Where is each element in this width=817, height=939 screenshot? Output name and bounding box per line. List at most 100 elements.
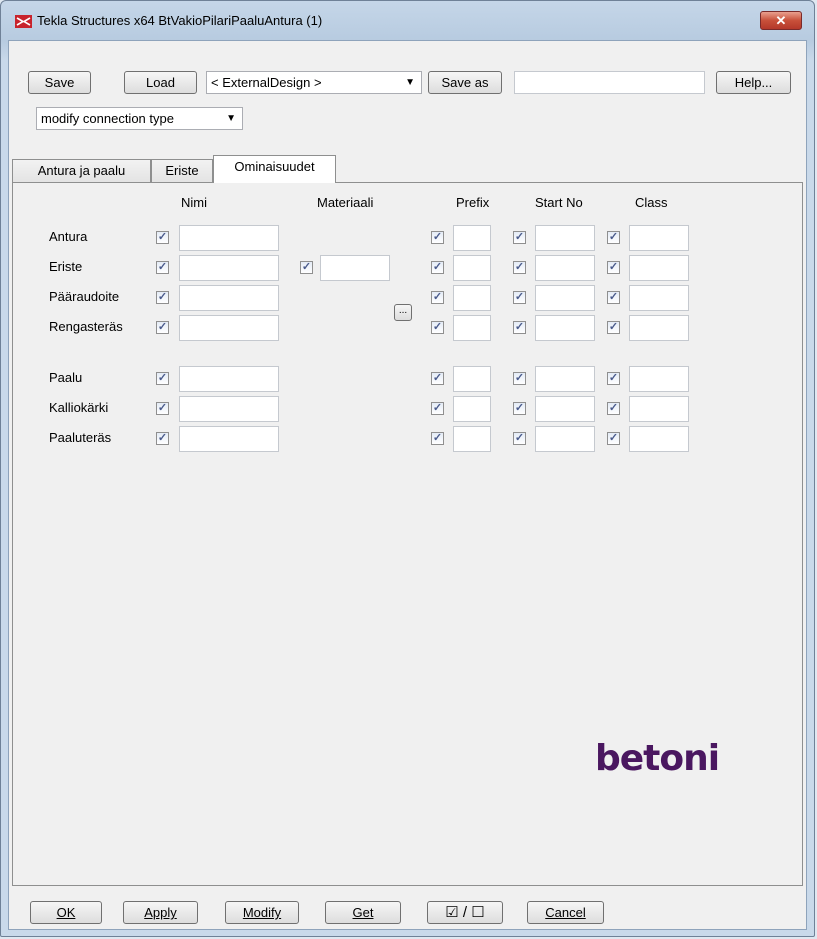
ok-button[interactable]: OK xyxy=(30,901,102,924)
prefix-input[interactable] xyxy=(453,396,491,422)
nimi-input[interactable] xyxy=(179,396,279,422)
prefix-checkbox[interactable]: ✓ xyxy=(431,231,444,244)
start-no-checkbox[interactable]: ✓ xyxy=(513,432,526,445)
nimi-input[interactable] xyxy=(179,426,279,452)
materiaali-browse-button[interactable]: ... xyxy=(394,304,412,321)
close-button[interactable]: ✕ xyxy=(760,11,802,30)
preset-select[interactable]: < ExternalDesign > ▼ xyxy=(206,71,422,94)
prefix-input[interactable] xyxy=(453,225,491,251)
start-no-checkbox[interactable]: ✓ xyxy=(513,231,526,244)
class-input[interactable] xyxy=(629,396,689,422)
modify-button-label: Modify xyxy=(242,905,282,920)
nimi-input[interactable] xyxy=(179,366,279,392)
row-label: Kalliokärki xyxy=(49,400,109,415)
row-label: Paaluteräs xyxy=(49,430,112,445)
materiaali-checkbox[interactable]: ✓ xyxy=(300,261,313,274)
connection-mode-value: modify connection type xyxy=(41,111,174,126)
betoni-logo: betoni xyxy=(595,738,720,779)
nimi-input[interactable] xyxy=(179,315,279,341)
row-label: Antura xyxy=(49,229,88,244)
class-checkbox[interactable]: ✓ xyxy=(607,231,620,244)
start-no-checkbox[interactable]: ✓ xyxy=(513,291,526,304)
class-input[interactable] xyxy=(629,225,689,251)
column-header-materiaali: Materiaali xyxy=(317,195,374,210)
save-button[interactable]: Save xyxy=(28,71,91,94)
nimi-checkbox[interactable]: ✓ xyxy=(156,291,169,304)
get-button[interactable]: Get xyxy=(325,901,401,924)
nimi-checkbox[interactable]: ✓ xyxy=(156,372,169,385)
title-bar[interactable]: Tekla Structures x64 BtVakioPilariPaaluA… xyxy=(1,1,814,41)
cancel-button[interactable]: Cancel xyxy=(527,901,604,924)
prefix-input[interactable] xyxy=(453,255,491,281)
prefix-input[interactable] xyxy=(453,366,491,392)
materiaali-input[interactable] xyxy=(320,255,390,281)
nimi-checkbox[interactable]: ✓ xyxy=(156,402,169,415)
column-header-prefix: Prefix xyxy=(456,195,490,210)
tab-antura-ja-paalu[interactable]: Antura ja paalu xyxy=(12,159,151,183)
ok-button-label: OK xyxy=(56,905,76,920)
start-no-input[interactable] xyxy=(535,285,595,311)
nimi-checkbox[interactable]: ✓ xyxy=(156,261,169,274)
load-button[interactable]: Load xyxy=(124,71,197,94)
class-checkbox[interactable]: ✓ xyxy=(607,291,620,304)
nimi-input[interactable] xyxy=(179,255,279,281)
start-no-checkbox[interactable]: ✓ xyxy=(513,402,526,415)
get-button-label: Get xyxy=(352,905,374,920)
class-checkbox[interactable]: ✓ xyxy=(607,432,620,445)
class-input[interactable] xyxy=(629,366,689,392)
chevron-down-icon: ▼ xyxy=(405,77,415,88)
prefix-checkbox[interactable]: ✓ xyxy=(431,432,444,445)
prefix-input[interactable] xyxy=(453,315,491,341)
class-input[interactable] xyxy=(629,315,689,341)
prefix-checkbox[interactable]: ✓ xyxy=(431,321,444,334)
nimi-checkbox[interactable]: ✓ xyxy=(156,231,169,244)
prefix-checkbox[interactable]: ✓ xyxy=(431,372,444,385)
window-title: Tekla Structures x64 BtVakioPilariPaaluA… xyxy=(37,13,323,28)
class-checkbox[interactable]: ✓ xyxy=(607,402,620,415)
column-header-start-no: Start No xyxy=(535,195,583,210)
row-label: Pääraudoite xyxy=(49,289,120,304)
start-no-input[interactable] xyxy=(535,255,595,281)
save-as-name-input[interactable] xyxy=(514,71,705,94)
prefix-checkbox[interactable]: ✓ xyxy=(431,402,444,415)
row-label: Rengasteräs xyxy=(49,319,123,334)
start-no-checkbox[interactable]: ✓ xyxy=(513,261,526,274)
class-input[interactable] xyxy=(629,255,689,281)
class-input[interactable] xyxy=(629,285,689,311)
tekla-app-icon xyxy=(15,15,32,28)
start-no-input[interactable] xyxy=(535,396,595,422)
help-button[interactable]: Help... xyxy=(716,71,791,94)
save-as-button[interactable]: Save as xyxy=(428,71,502,94)
ominaisuudet-panel: Nimi Materiaali Prefix Start No Class An… xyxy=(12,182,803,886)
help-button-label: Help... xyxy=(734,75,773,90)
modify-button[interactable]: Modify xyxy=(225,901,299,924)
row-label: Paalu xyxy=(49,370,83,385)
tab-ominaisuudet[interactable]: Ominaisuudet xyxy=(213,155,336,183)
class-input[interactable] xyxy=(629,426,689,452)
start-no-checkbox[interactable]: ✓ xyxy=(513,321,526,334)
tab-eriste[interactable]: Eriste xyxy=(151,159,213,183)
prefix-input[interactable] xyxy=(453,426,491,452)
toggle-all-checkboxes-button[interactable]: ☑ / ☐ xyxy=(427,901,503,924)
class-checkbox[interactable]: ✓ xyxy=(607,321,620,334)
start-no-input[interactable] xyxy=(535,315,595,341)
column-header-nimi: Nimi xyxy=(181,195,207,210)
apply-button[interactable]: Apply xyxy=(123,901,198,924)
start-no-input[interactable] xyxy=(535,426,595,452)
row-label: Eriste xyxy=(49,259,83,274)
nimi-checkbox[interactable]: ✓ xyxy=(156,432,169,445)
start-no-input[interactable] xyxy=(535,366,595,392)
class-checkbox[interactable]: ✓ xyxy=(607,261,620,274)
prefix-checkbox[interactable]: ✓ xyxy=(431,291,444,304)
connection-mode-select[interactable]: modify connection type ▼ xyxy=(36,107,243,130)
start-no-checkbox[interactable]: ✓ xyxy=(513,372,526,385)
nimi-checkbox[interactable]: ✓ xyxy=(156,321,169,334)
prefix-input[interactable] xyxy=(453,285,491,311)
nimi-input[interactable] xyxy=(179,285,279,311)
preset-select-value: < ExternalDesign > xyxy=(211,75,322,90)
prefix-checkbox[interactable]: ✓ xyxy=(431,261,444,274)
nimi-input[interactable] xyxy=(179,225,279,251)
start-no-input[interactable] xyxy=(535,225,595,251)
class-checkbox[interactable]: ✓ xyxy=(607,372,620,385)
cancel-button-label: Cancel xyxy=(545,905,586,920)
